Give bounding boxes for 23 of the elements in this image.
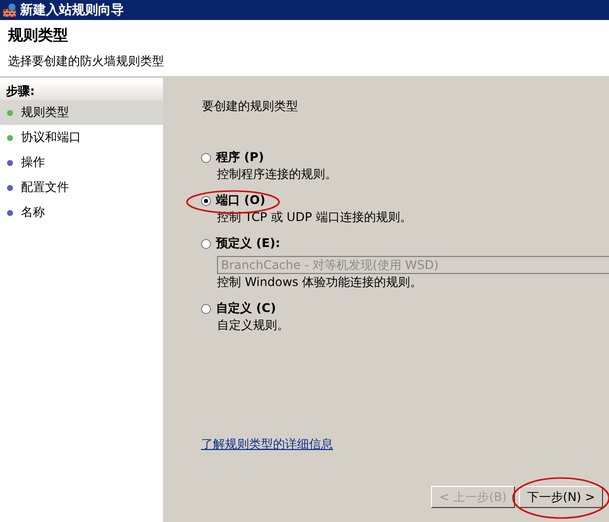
window-title: 新建入站规则向导 (20, 2, 124, 19)
step-item[interactable]: 配置文件 (0, 175, 163, 200)
steps-heading: 步骤: (0, 80, 163, 100)
page-subtitle: 选择要创建的防火墙规则类型 (8, 53, 165, 70)
option-label[interactable]: 程序 (P) (216, 149, 264, 166)
radio-button[interactable] (201, 196, 211, 206)
step-item[interactable]: 规则类型 (0, 100, 163, 125)
step-item[interactable]: 协议和端口 (0, 125, 163, 150)
wizard-button[interactable]: 下一步(N) > (519, 486, 603, 508)
radio-button[interactable] (201, 304, 211, 314)
step-item[interactable]: 操作 (0, 150, 163, 175)
page-title: 规则类型 (8, 26, 69, 45)
help-link[interactable]: 了解规则类型的详细信息 (201, 436, 333, 453)
option-description: 自定义规则。 (217, 317, 290, 334)
option-description: 控制程序连接的规则。 (217, 166, 338, 183)
firewall-icon (3, 3, 17, 17)
prompt-text: 要创建的规则类型 (202, 98, 299, 115)
radio-button[interactable] (201, 238, 211, 248)
radio-button[interactable] (201, 152, 211, 162)
option-description: 控制 Windows 体验功能连接的规则。 (217, 274, 424, 291)
step-item[interactable]: 名称 (0, 200, 163, 225)
option-label[interactable]: 自定义 (C) (216, 300, 276, 317)
option-label[interactable]: 预定义 (E): (216, 235, 280, 252)
